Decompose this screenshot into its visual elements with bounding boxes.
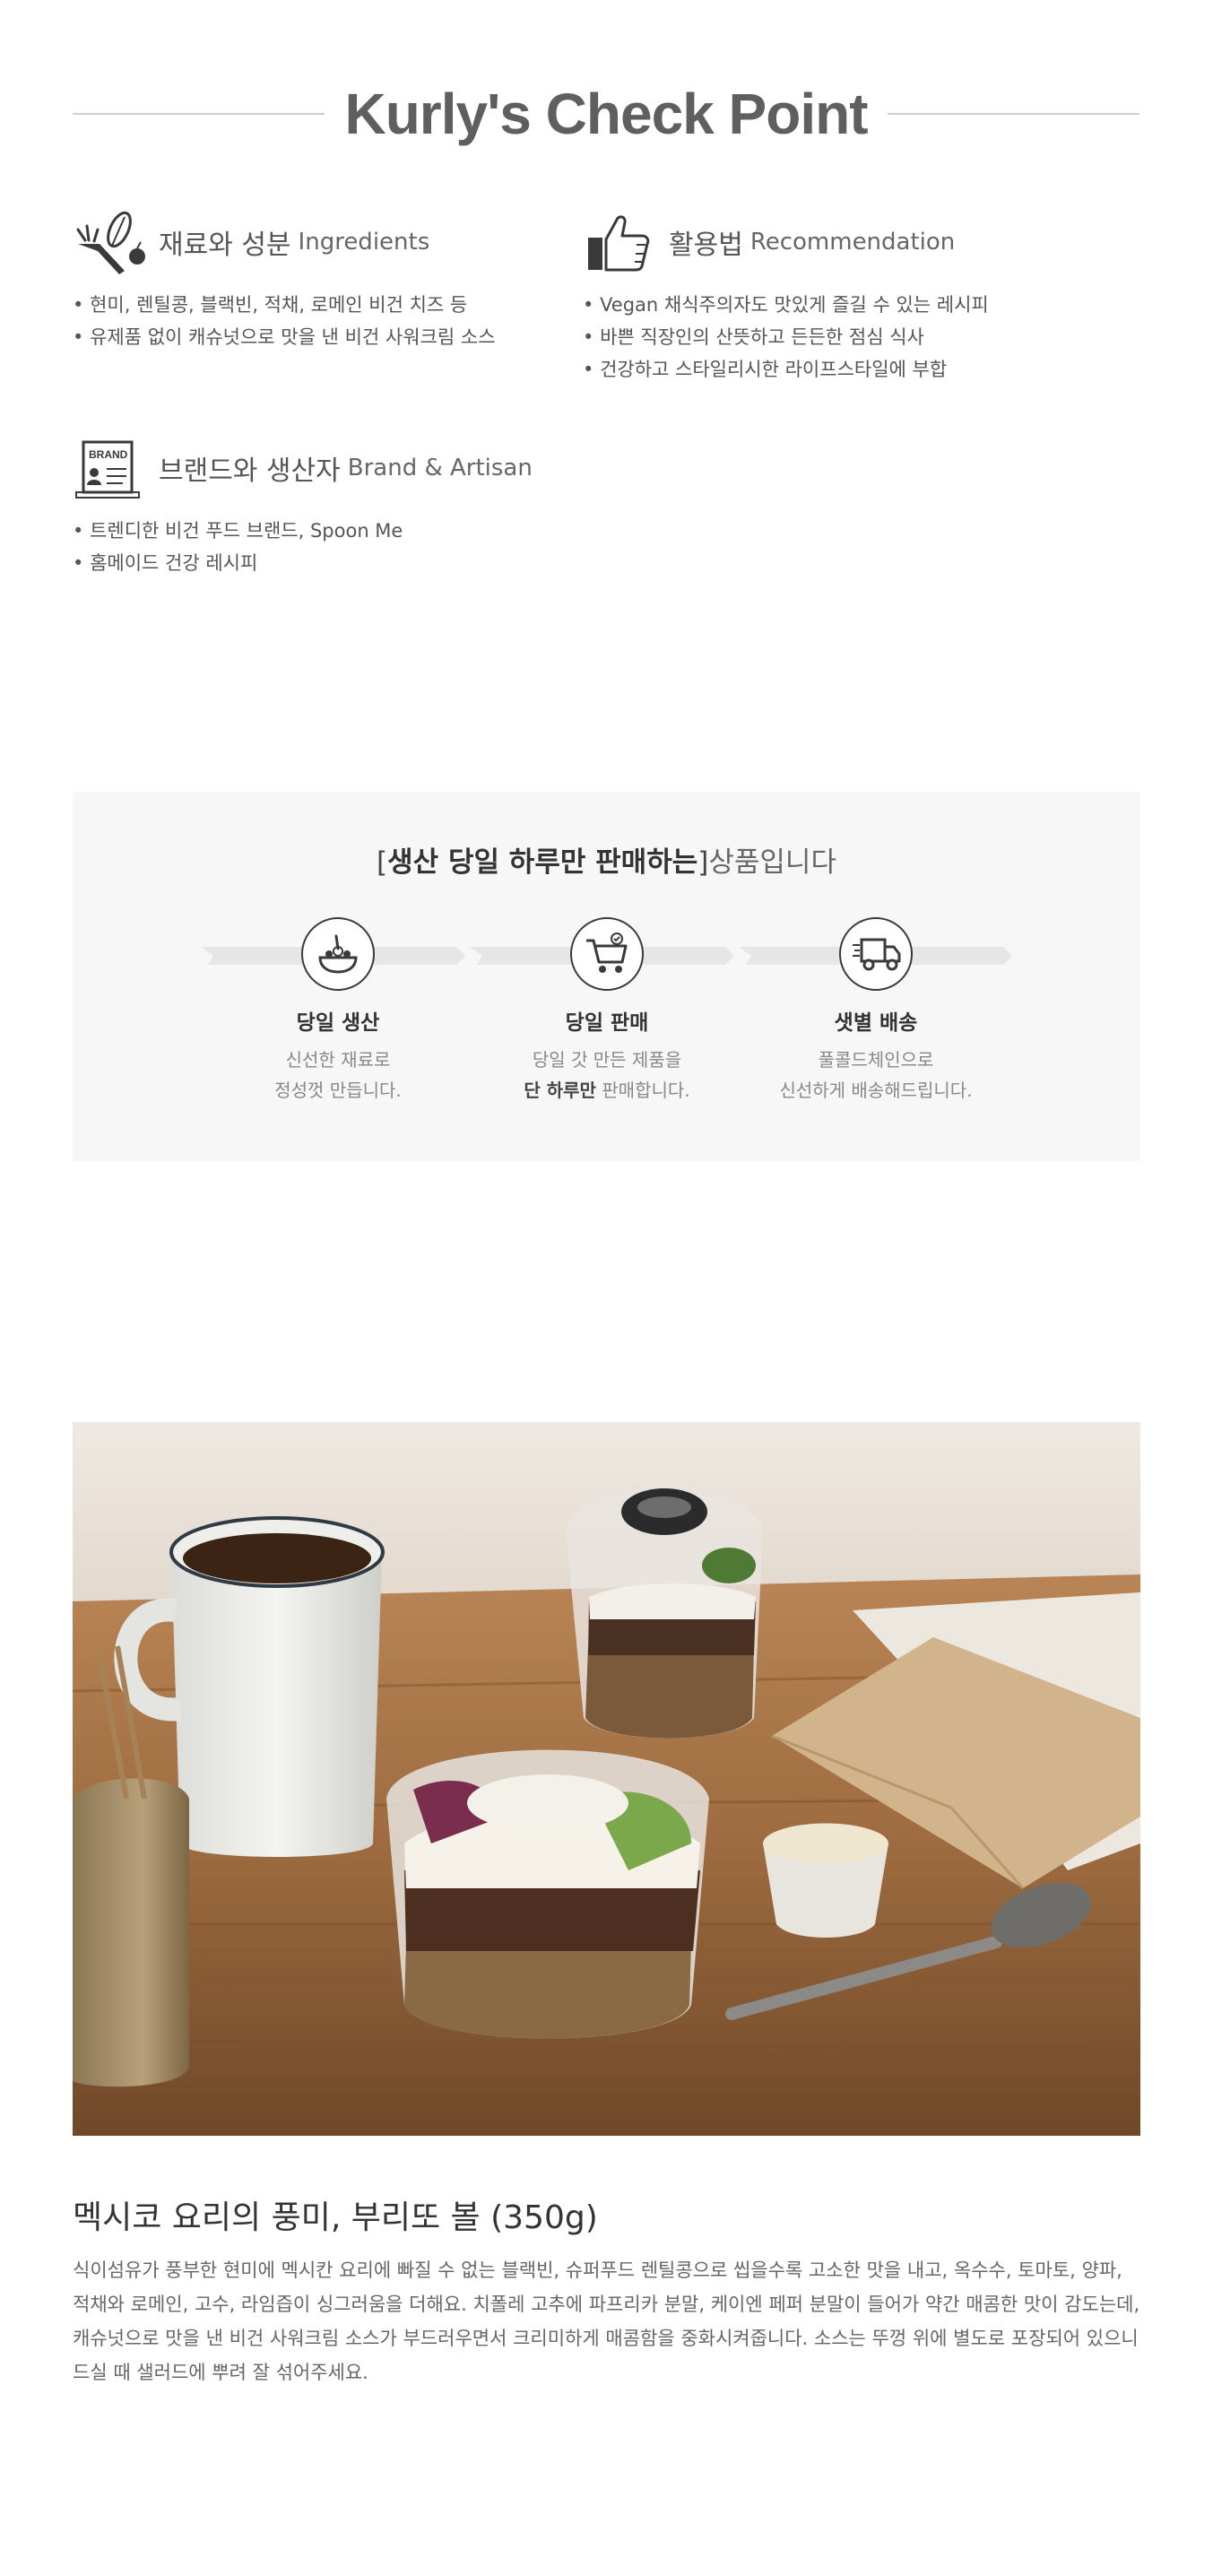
checkpoint-title: Kurly's Check Point bbox=[344, 82, 868, 146]
product-photo bbox=[73, 1422, 1140, 2136]
list-item: 유제품 없이 캐슈넛으로 맛을 낸 비건 사워크림 소스 bbox=[73, 321, 495, 353]
step-description: 신선한 재료로 정성껏 만듭니다. bbox=[274, 1049, 402, 1101]
recommendation-label-en: Recommendation bbox=[749, 229, 956, 256]
step-title: 당일 생산 bbox=[296, 1011, 380, 1035]
same-day-title-strong: 생산 당일 하루만 판매하는 bbox=[387, 846, 698, 879]
brand-certificate-icon: BRAND bbox=[73, 434, 153, 502]
list-item: 홈메이드 건강 레시피 bbox=[73, 547, 533, 579]
recommendation-list: Vegan 채식주의자도 맛있게 즐길 수 있는 레시피 바쁜 직장인의 산뜻하… bbox=[583, 289, 989, 386]
product-description: 식이섬유가 풍부한 현미에 멕시칸 요리에 빠질 수 없는 블랙빈, 슈퍼푸드 … bbox=[73, 2259, 1140, 2383]
list-item: 현미, 렌틸콩, 블랙빈, 적채, 로메인 비건 치즈 등 bbox=[73, 289, 496, 321]
step-title: 당일 판매 bbox=[565, 1011, 649, 1035]
checkpoint-header: Kurly's Check Point bbox=[73, 74, 1139, 154]
salad-bowl-icon bbox=[301, 917, 375, 991]
list-item: 건강하고 스타일리시한 라이프스타일에 부합 bbox=[583, 353, 989, 386]
ingredients-label: 재료와 성분 bbox=[159, 230, 291, 261]
brand-label: 브랜드와 생산자 bbox=[159, 455, 341, 487]
vegetables-icon bbox=[73, 208, 153, 276]
shopping-cart-icon bbox=[570, 917, 644, 991]
list-item: Vegan 채식주의자도 맛있게 즐길 수 있는 레시피 bbox=[583, 289, 989, 321]
product-title: 멕시코 요리의 풍미, 부리또 볼 (350g) bbox=[73, 2199, 598, 2236]
same-day-title: [생산 당일 하루만 판매하는]상품입니다 bbox=[377, 846, 836, 879]
list-item: 트렌디한 비건 푸드 브랜드, Spoon Me bbox=[73, 515, 533, 547]
thumbs-up-icon bbox=[583, 208, 663, 276]
brand-icon-text: BRAND bbox=[89, 448, 128, 461]
recommendation-label: 활용법 bbox=[669, 230, 743, 261]
ingredients-label-en: Ingredients bbox=[298, 229, 430, 256]
delivery-truck-icon bbox=[839, 917, 913, 991]
ingredients-section: 재료와 성분 Ingredients 현미, 렌틸콩, 블랙빈, 적채, 로메인… bbox=[73, 206, 496, 353]
recommendation-section: 활용법 Recommendation Vegan 채식주의자도 맛있게 즐길 수… bbox=[583, 206, 989, 386]
step-production: 당일 생산 신선한 재료로 정성껏 만듭니다. bbox=[204, 917, 472, 1106]
header-divider-left bbox=[73, 113, 325, 115]
step-sales: 당일 판매 당일 갓 만든 제품을 단 하루만 판매합니다. bbox=[472, 917, 741, 1106]
same-day-title-light: 상품입니다 bbox=[708, 846, 836, 879]
step-title: 샛별 배송 bbox=[834, 1011, 918, 1035]
same-day-box: [생산 당일 하루만 판매하는]상품입니다 당일 생산 신선한 재료로 정성껏 … bbox=[73, 792, 1140, 1161]
ingredients-list: 현미, 렌틸콩, 블랙빈, 적채, 로메인 비건 치즈 등 유제품 없이 캐슈넛… bbox=[73, 289, 496, 353]
list-item: 바쁜 직장인의 산뜻하고 든든한 점심 식사 bbox=[583, 321, 989, 353]
brand-section: BRAND 브랜드와 생산자 Brand & Artisan 트렌디한 비건 푸… bbox=[73, 432, 533, 579]
brand-list: 트렌디한 비건 푸드 브랜드, Spoon Me 홈메이드 건강 레시피 bbox=[73, 515, 533, 579]
step-delivery: 샛별 배송 풀콜드체인으로 신선하게 배송해드립니다. bbox=[741, 917, 1010, 1106]
header-divider-right bbox=[887, 113, 1139, 115]
step-description: 당일 갓 만든 제품을 단 하루만 판매합니다. bbox=[524, 1049, 690, 1101]
brand-label-en: Brand & Artisan bbox=[347, 455, 533, 481]
step-description: 풀콜드체인으로 신선하게 배송해드립니다. bbox=[779, 1049, 973, 1101]
